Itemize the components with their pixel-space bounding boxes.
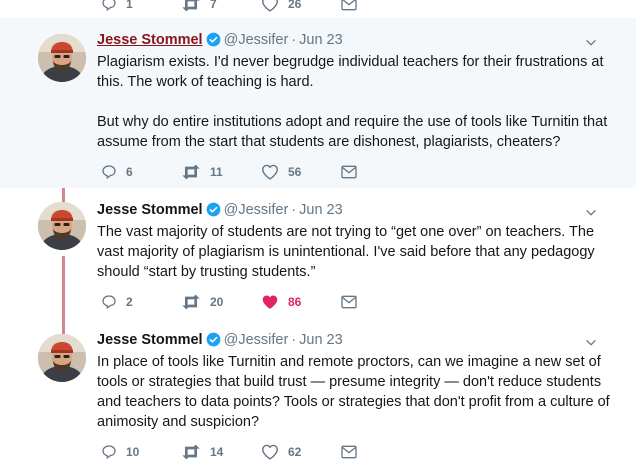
retweet-button[interactable]: 11 xyxy=(181,164,261,180)
avatar-photo-icon xyxy=(38,334,86,382)
tweet-actions: 6 11 56 xyxy=(101,162,357,182)
heart-filled-icon xyxy=(262,295,278,309)
like-button[interactable]: 86 xyxy=(261,294,341,310)
reply-button[interactable]: 10 xyxy=(101,444,181,460)
separator-dot: · xyxy=(291,202,297,218)
reply-icon xyxy=(102,0,116,11)
reply-count: 2 xyxy=(126,295,133,309)
previous-tweet-actions: 1 7 26 xyxy=(0,0,636,18)
separator-dot: · xyxy=(291,332,297,348)
tweet-text: In place of tools like Turnitin and remo… xyxy=(97,352,616,432)
tweet-thread: 1 7 26 Jesse Stommel @Jessifer · Jun 23 … xyxy=(0,0,636,468)
reply-count: 10 xyxy=(126,445,140,459)
reply-button[interactable]: 6 xyxy=(101,164,181,180)
verified-badge-icon xyxy=(206,32,220,47)
direct-message-button[interactable] xyxy=(341,295,357,309)
chevron-down-icon[interactable] xyxy=(584,336,598,350)
retweet-button[interactable]: 14 xyxy=(181,444,261,460)
author-name-link[interactable]: Jesse Stommel xyxy=(97,332,203,348)
tweet-paragraph: Plagiarism exists. I'd never begrudge in… xyxy=(97,54,604,90)
tweet-text: The vast majority of students are not tr… xyxy=(97,222,616,282)
timestamp-link[interactable]: Jun 23 xyxy=(299,32,343,48)
verified-badge-icon xyxy=(206,202,220,217)
avatar[interactable] xyxy=(38,34,86,82)
like-button[interactable]: 56 xyxy=(261,164,341,180)
envelope-icon xyxy=(341,0,357,11)
direct-message-button[interactable] xyxy=(341,165,357,179)
like-count: 62 xyxy=(288,445,302,459)
tweet[interactable]: Jesse Stommel @Jessifer · Jun 23 Plagiarism… xyxy=(0,18,636,188)
tweet-paragraph: The vast majority of students are not tr… xyxy=(97,224,595,280)
tweet[interactable]: Jesse Stommel @Jessifer · Jun 23 The vast m… xyxy=(0,188,636,320)
chevron-down-icon[interactable] xyxy=(584,36,598,50)
like-count: 86 xyxy=(288,295,302,309)
tweet-header: Jesse Stommel @Jessifer · Jun 23 xyxy=(97,30,616,50)
retweet-button[interactable]: 7 xyxy=(181,0,261,12)
tweet-actions: 2 20 86 xyxy=(101,292,357,312)
tweet-paragraph: In place of tools like Turnitin and remo… xyxy=(97,354,610,430)
tweet-header: Jesse Stommel @Jessifer · Jun 23 xyxy=(97,200,616,220)
direct-message-button[interactable] xyxy=(341,445,357,459)
avatar-photo-icon xyxy=(38,202,86,250)
reply-icon xyxy=(102,295,116,309)
retweet-count: 20 xyxy=(210,295,224,309)
heart-icon xyxy=(261,164,278,180)
like-count: 56 xyxy=(288,165,302,179)
like-count: 26 xyxy=(288,0,302,11)
like-button[interactable]: 26 xyxy=(261,0,341,12)
reply-icon xyxy=(102,165,116,179)
like-button[interactable]: 62 xyxy=(261,444,341,460)
separator-dot: · xyxy=(291,32,297,48)
envelope-icon xyxy=(341,445,357,459)
author-handle[interactable]: @Jessifer xyxy=(224,202,289,218)
verified-badge-icon xyxy=(206,332,220,347)
retweet-icon xyxy=(182,294,200,310)
author-name-link[interactable]: Jesse Stommel xyxy=(97,32,203,48)
timestamp-link[interactable]: Jun 23 xyxy=(299,332,343,348)
reply-count: 1 xyxy=(126,0,133,11)
reply-count: 6 xyxy=(126,165,133,179)
tweet-text: Plagiarism exists. I'd never begrudge in… xyxy=(97,52,616,152)
heart-icon xyxy=(261,444,278,460)
retweet-icon xyxy=(182,444,200,460)
retweet-count: 11 xyxy=(210,165,223,179)
retweet-count: 7 xyxy=(210,0,217,11)
retweet-icon xyxy=(182,0,200,12)
retweet-button[interactable]: 20 xyxy=(181,294,261,310)
author-handle[interactable]: @Jessifer xyxy=(224,32,289,48)
avatar-photo-icon xyxy=(38,34,86,82)
envelope-icon xyxy=(341,295,357,309)
avatar[interactable] xyxy=(38,202,86,250)
heart-icon xyxy=(262,0,278,12)
retweet-count: 14 xyxy=(210,445,224,459)
avatar[interactable] xyxy=(38,334,86,382)
envelope-icon xyxy=(341,165,357,179)
direct-message-button[interactable] xyxy=(341,0,357,11)
reply-button[interactable]: 2 xyxy=(101,294,181,310)
reply-icon xyxy=(102,445,116,459)
author-name-link[interactable]: Jesse Stommel xyxy=(97,202,203,218)
tweet-paragraph: But why do entire institutions adopt and… xyxy=(97,114,608,150)
tweet-actions: 10 14 62 xyxy=(101,442,357,462)
author-handle[interactable]: @Jessifer xyxy=(224,332,289,348)
chevron-down-icon[interactable] xyxy=(584,206,598,220)
retweet-icon xyxy=(182,164,200,180)
reply-button[interactable]: 1 xyxy=(101,0,181,12)
tweet-header: Jesse Stommel @Jessifer · Jun 23 xyxy=(97,330,616,350)
tweet[interactable]: Jesse Stommel @Jessifer · Jun 23 In place o… xyxy=(0,320,636,468)
timestamp-link[interactable]: Jun 23 xyxy=(299,202,343,218)
